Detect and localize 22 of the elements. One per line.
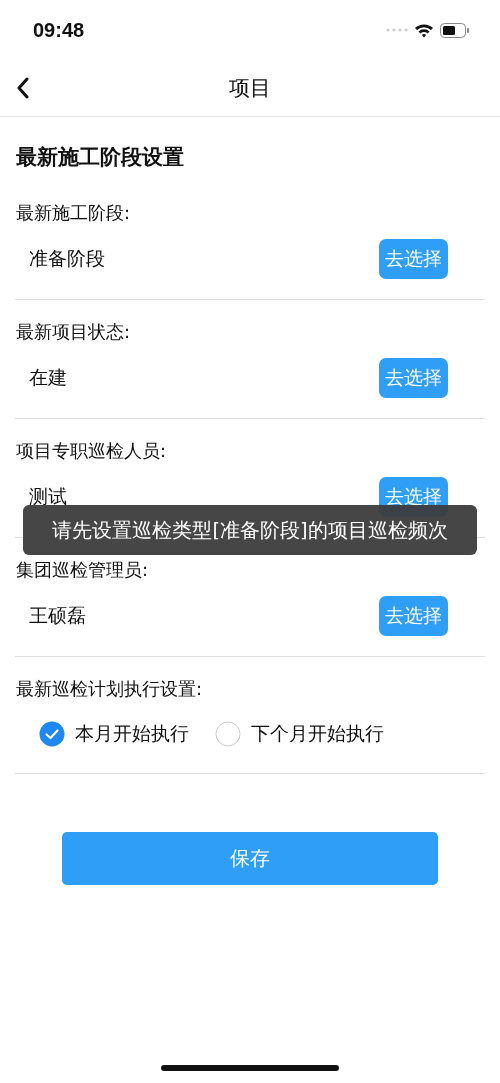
section-title: 最新施工阶段设置 xyxy=(15,144,185,171)
field-label: 项目专职巡检人员: xyxy=(16,439,167,463)
select-button[interactable]: 去选择 xyxy=(379,596,448,636)
radio-option[interactable]: 下个月开始执行 xyxy=(215,721,384,747)
field-label: 最新施工阶段: xyxy=(16,201,131,225)
field-value: 王硕磊 xyxy=(29,603,86,628)
field-label: 最新巡检计划执行设置: xyxy=(16,677,203,701)
battery-icon xyxy=(440,22,470,38)
radio-option[interactable]: 本月开始执行 xyxy=(39,721,189,747)
save-button[interactable]: 保存 xyxy=(62,832,438,885)
field-label: 集团巡检管理员: xyxy=(16,558,149,582)
status-time: 09:48 xyxy=(33,18,85,42)
wifi-icon xyxy=(414,22,434,38)
field-label: 最新项目状态: xyxy=(16,320,131,344)
page-title: 项目 xyxy=(229,75,271,102)
select-button[interactable]: 去选择 xyxy=(379,239,448,279)
select-button[interactable]: 去选择 xyxy=(379,358,448,398)
field-value: 准备阶段 xyxy=(29,246,105,271)
toast-message: 请先设置巡检类型[准备阶段]的项目巡检频次 xyxy=(23,505,477,555)
signal-icon xyxy=(386,28,408,32)
back-icon[interactable] xyxy=(16,77,30,99)
field-value: 在建 xyxy=(29,365,67,390)
